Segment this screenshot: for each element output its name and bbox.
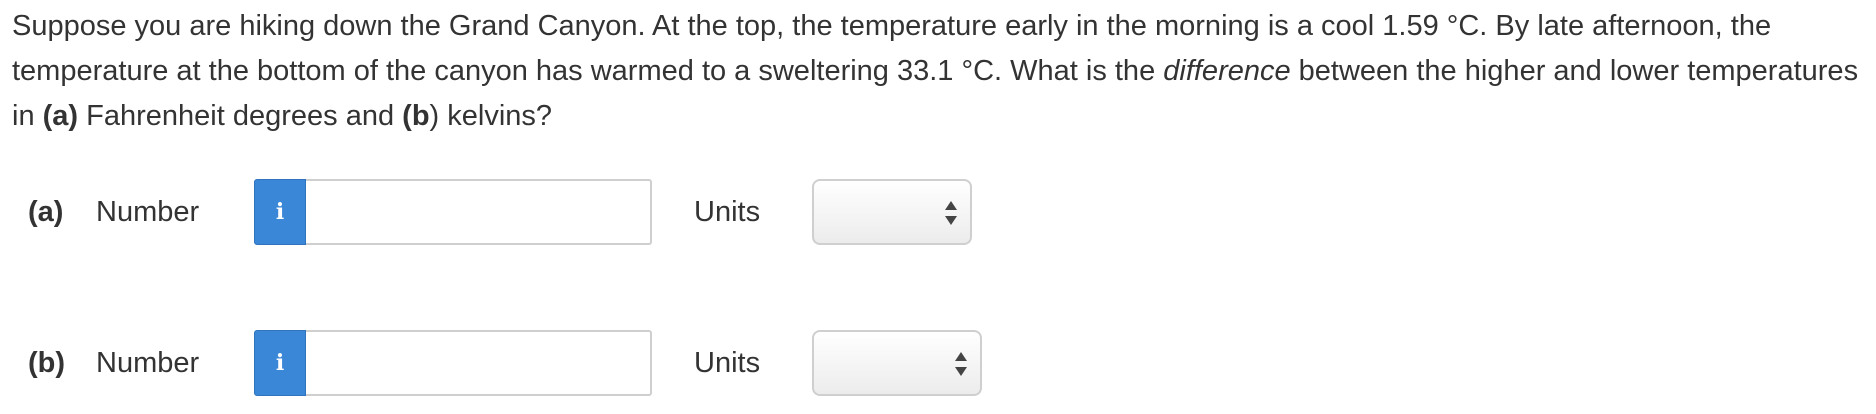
units-label-a: Units [694,196,761,228]
part-label-a: (a) [28,196,64,228]
up-down-arrows-icon [944,199,958,227]
answer-row-a: (a) Number i Units [0,179,1876,245]
number-input-b[interactable] [306,330,652,396]
units-select-b[interactable] [812,330,982,396]
units-select-a[interactable] [812,179,972,245]
info-button-b[interactable]: i [254,330,306,396]
info-icon: i [275,199,285,225]
question-label-b: (b [402,100,430,132]
info-icon: i [275,350,285,376]
question-text-part3: Fahrenheit degrees and [78,100,403,132]
number-label-b: Number [96,347,200,379]
question-emphasis: difference [1163,55,1291,87]
part-label-b: (b) [28,347,66,379]
info-button-a[interactable]: i [254,179,306,245]
up-down-arrows-icon [954,350,968,378]
question-text: Suppose you are hiking down the Grand Ca… [12,4,1862,139]
number-input-a[interactable] [306,179,652,245]
question-text-part4: ) kelvins? [429,100,553,132]
units-label-b: Units [694,347,761,379]
answer-row-b: (b) Number i Units [0,330,1876,396]
number-label-a: Number [96,196,200,228]
question-label-a: (a) [42,100,79,132]
